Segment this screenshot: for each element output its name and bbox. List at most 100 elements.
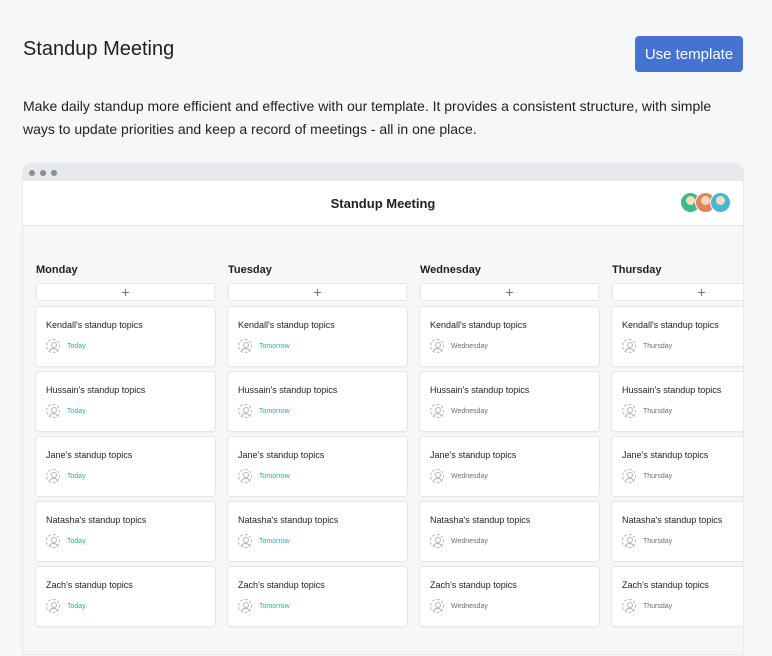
task-title: Zach's standup topics (430, 580, 517, 590)
due-date: Tomorrow (259, 537, 290, 545)
task-title: Zach's standup topics (238, 580, 325, 590)
column-title: Thursday (612, 264, 662, 276)
person-icon[interactable] (430, 534, 444, 548)
template-preview: Standup Meeting Monday + Kendall's stand… (23, 164, 743, 654)
due-date: Thursday (643, 537, 673, 545)
person-icon[interactable] (238, 404, 252, 418)
task-title: Kendall's standup topics (46, 320, 143, 330)
person-icon[interactable] (46, 404, 60, 418)
task-card[interactable]: Natasha's standup topics Today (36, 502, 215, 561)
due-date: Tomorrow (259, 602, 290, 610)
column-title: Tuesday (228, 264, 272, 276)
task-card[interactable]: Zach's standup topics Thursday (612, 567, 743, 626)
task-title: Kendall's standup topics (430, 320, 527, 330)
due-date: Wednesday (451, 472, 488, 480)
person-icon[interactable] (46, 339, 60, 353)
due-date: Thursday (643, 602, 673, 610)
person-icon[interactable] (238, 534, 252, 548)
due-date: Thursday (643, 342, 673, 350)
person-icon[interactable] (622, 339, 636, 353)
column-title: Monday (36, 264, 78, 276)
task-card[interactable]: Zach's standup topics Wednesday (420, 567, 599, 626)
add-task-button[interactable]: + (228, 283, 407, 301)
plus-icon: + (313, 284, 322, 300)
person-icon[interactable] (622, 404, 636, 418)
add-task-button[interactable]: + (36, 283, 215, 301)
due-date: Wednesday (451, 342, 488, 350)
person-icon[interactable] (430, 599, 444, 613)
due-date: Today (67, 537, 86, 545)
task-title: Natasha's standup topics (430, 515, 531, 525)
task-card[interactable]: Zach's standup topics Tomorrow (228, 567, 407, 626)
task-title: Zach's standup topics (622, 580, 709, 590)
task-card[interactable]: Hussain's standup topics Today (36, 372, 215, 431)
window-dot-icon (29, 169, 35, 176)
task-title: Natasha's standup topics (238, 515, 339, 525)
task-card[interactable]: Natasha's standup topics Wednesday (420, 502, 599, 561)
add-task-button[interactable]: + (612, 283, 743, 301)
due-date: Today (67, 342, 86, 350)
task-title: Natasha's standup topics (46, 515, 147, 525)
person-icon[interactable] (46, 469, 60, 483)
task-title: Hussain's standup topics (238, 385, 338, 395)
member-avatars (680, 192, 731, 213)
person-icon[interactable] (430, 404, 444, 418)
person-icon[interactable] (430, 469, 444, 483)
task-card[interactable]: Jane's standup topics Wednesday (420, 437, 599, 496)
due-date: Thursday (643, 472, 673, 480)
board-column-thursday: Thursday + Kendall's standup topics Thurs… (612, 264, 743, 632)
task-card[interactable]: Kendall's standup topics Tomorrow (228, 307, 407, 366)
due-date: Wednesday (451, 407, 488, 415)
plus-icon: + (697, 284, 706, 300)
task-card[interactable]: Jane's standup topics Thursday (612, 437, 743, 496)
task-card[interactable]: Hussain's standup topics Thursday (612, 372, 743, 431)
due-date: Tomorrow (259, 407, 290, 415)
avatar (710, 192, 731, 213)
person-icon[interactable] (238, 599, 252, 613)
page-title: Standup Meeting (23, 38, 175, 60)
due-date: Today (67, 602, 86, 610)
task-title: Kendall's standup topics (238, 320, 335, 330)
task-card[interactable]: Zach's standup topics Today (36, 567, 215, 626)
due-date: Tomorrow (259, 472, 290, 480)
task-title: Hussain's standup topics (430, 385, 530, 395)
window-dot-icon (40, 169, 46, 176)
person-icon[interactable] (622, 534, 636, 548)
board: Monday + Kendall's standup topics Today H… (36, 264, 743, 632)
due-date: Wednesday (451, 537, 488, 545)
due-date: Wednesday (451, 602, 488, 610)
due-date: Today (67, 407, 86, 415)
person-icon[interactable] (430, 339, 444, 353)
person-icon[interactable] (238, 339, 252, 353)
board-column-tuesday: Tuesday + Kendall's standup topics Tomorr… (228, 264, 407, 632)
add-task-button[interactable]: + (420, 283, 599, 301)
task-card[interactable]: Natasha's standup topics Thursday (612, 502, 743, 561)
person-icon[interactable] (238, 469, 252, 483)
task-card[interactable]: Jane's standup topics Tomorrow (228, 437, 407, 496)
task-card[interactable]: Hussain's standup topics Wednesday (420, 372, 599, 431)
window-dot-icon (51, 169, 57, 176)
person-icon[interactable] (46, 534, 60, 548)
due-date: Tomorrow (259, 342, 290, 350)
project-title: Standup Meeting (330, 195, 436, 211)
column-title: Wednesday (420, 264, 481, 276)
task-card[interactable]: Natasha's standup topics Tomorrow (228, 502, 407, 561)
task-title: Hussain's standup topics (46, 385, 146, 395)
task-title: Zach's standup topics (46, 580, 133, 590)
task-title: Jane's standup topics (238, 450, 325, 460)
use-template-button[interactable]: Use template (635, 36, 743, 72)
task-title: Jane's standup topics (622, 450, 709, 460)
task-card[interactable]: Kendall's standup topics Thursday (612, 307, 743, 366)
task-card[interactable]: Hussain's standup topics Tomorrow (228, 372, 407, 431)
task-title: Jane's standup topics (430, 450, 517, 460)
person-icon[interactable] (622, 469, 636, 483)
task-title: Natasha's standup topics (622, 515, 723, 525)
person-icon[interactable] (622, 599, 636, 613)
task-card[interactable]: Kendall's standup topics Wednesday (420, 307, 599, 366)
person-icon[interactable] (46, 599, 60, 613)
due-date: Today (67, 472, 86, 480)
task-card[interactable]: Kendall's standup topics Today (36, 307, 215, 366)
task-card[interactable]: Jane's standup topics Today (36, 437, 215, 496)
task-title: Kendall's standup topics (622, 320, 719, 330)
project-header: Standup Meeting (23, 181, 743, 226)
